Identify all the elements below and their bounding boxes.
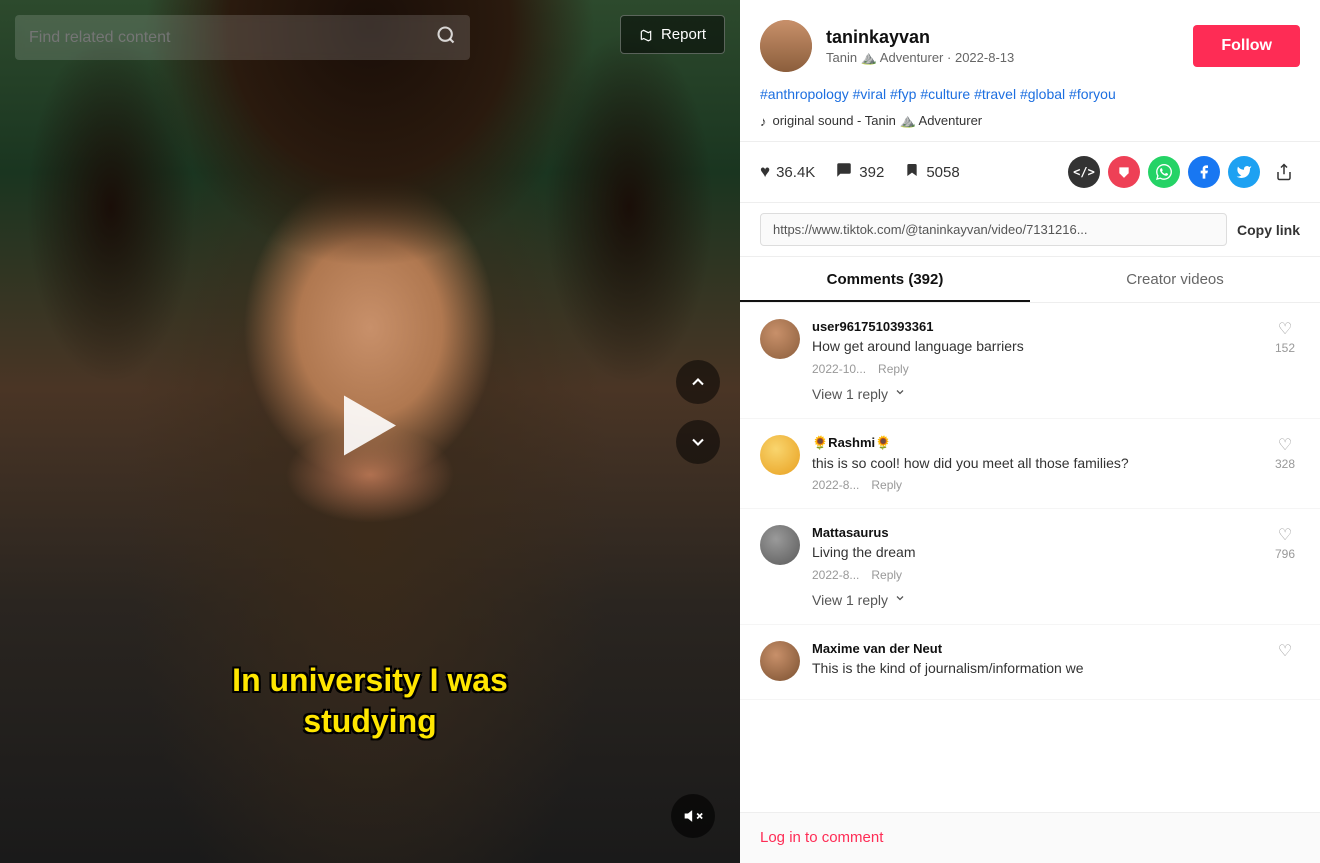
comment-username: Mattasaurus [812,525,1258,540]
login-link[interactable]: Log in to comment [760,829,883,846]
comment-like: ♡ [1270,641,1300,684]
comment-text: This is the kind of journalism/informati… [812,659,1258,679]
url-input[interactable] [760,213,1227,246]
comments-list: user9617510393361 How get around languag… [740,303,1320,812]
tab-creator-videos[interactable]: Creator videos [1030,257,1320,302]
right-panel: taninkayvan Tanin ⛰️ Adventurer · 2022-8… [740,0,1320,863]
avatar [760,319,800,359]
comment-row: user9617510393361 How get around languag… [760,319,1300,376]
search-input[interactable] [29,29,436,47]
share-icons: </> [1068,156,1300,188]
search-button[interactable] [436,25,456,50]
reply-link[interactable]: Reply [878,362,909,376]
like-icon[interactable]: ♡ [1278,435,1292,455]
comment-content: 🌻Rashmi🌻 this is so cool! how did you me… [812,435,1258,493]
whatsapp-button[interactable] [1148,156,1180,188]
comment-meta: 2022-8... Reply [812,568,1258,582]
comment-footer: Log in to comment [740,812,1320,863]
hashtag-anthropology[interactable]: #anthropology [760,86,849,102]
comment-like: ♡ 796 [1270,525,1300,582]
like-icon[interactable]: ♡ [1278,525,1292,545]
hashtag-fyp[interactable]: #fyp [890,86,916,102]
comment-icon [835,161,853,184]
likes-stat: ♥ 36.4K [760,162,815,182]
hashtag-travel[interactable]: #travel [974,86,1016,102]
nav-up-button[interactable] [676,360,720,404]
view-reply-button[interactable]: View 1 reply [812,592,1300,608]
comment-row: 🌻Rashmi🌻 this is so cool! how did you me… [760,435,1300,493]
like-icon[interactable]: ♡ [1278,319,1292,339]
like-count: 152 [1275,341,1295,355]
music-icon: ♪ [760,114,767,129]
comment-like: ♡ 152 [1270,319,1300,376]
bookmarks-count: 5058 [926,164,959,181]
play-button[interactable] [344,395,396,468]
nav-down-button[interactable] [676,420,720,464]
url-row: Copy link [740,203,1320,257]
reply-link[interactable]: Reply [871,568,902,582]
comment-content: Mattasaurus Living the dream 2022-8... R… [812,525,1258,582]
comment-item: user9617510393361 How get around languag… [740,303,1320,419]
like-count: 328 [1275,457,1295,471]
avatar [760,641,800,681]
hashtags: #anthropology #viral #fyp #culture #trav… [760,84,1300,105]
bookmarks-stat: 5058 [904,161,959,184]
username: taninkayvan [826,27,1179,48]
comment-meta: 2022-8... Reply [812,478,1258,492]
like-icon[interactable]: ♡ [1278,641,1292,661]
comment-row: Maxime van der Neut This is the kind of … [760,641,1300,684]
hashtag-global[interactable]: #global [1020,86,1065,102]
search-bar [15,15,470,60]
stats-row: ♥ 36.4K 392 5058 </> [740,142,1320,203]
tab-comments[interactable]: Comments (392) [740,257,1030,302]
avatar [760,435,800,475]
hashtag-foryou[interactable]: #foryou [1069,86,1116,102]
sound-info: ♪ original sound - Tanin ⛰️ Adventurer [760,113,1300,129]
tabs: Comments (392) Creator videos [740,257,1320,303]
profile-header: taninkayvan Tanin ⛰️ Adventurer · 2022-8… [740,0,1320,142]
embed-button[interactable]: </> [1068,156,1100,188]
follow-button[interactable]: Follow [1193,25,1300,67]
view-reply-button[interactable]: View 1 reply [812,386,1300,402]
comment-item: Mattasaurus Living the dream 2022-8... R… [740,509,1320,625]
comment-username: 🌻Rashmi🌻 [812,435,1258,451]
bookmark-icon [904,161,920,184]
hashtag-culture[interactable]: #culture [920,86,970,102]
more-share-button[interactable] [1268,156,1300,188]
comment-text: How get around language barriers [812,337,1258,357]
twitter-button[interactable] [1228,156,1260,188]
user-info: taninkayvan Tanin ⛰️ Adventurer · 2022-8… [826,27,1179,66]
comment-item: 🌻Rashmi🌻 this is so cool! how did you me… [740,419,1320,510]
chevron-down-icon [894,592,906,607]
user-row: taninkayvan Tanin ⛰️ Adventurer · 2022-8… [760,20,1300,72]
report-button[interactable]: Report [620,15,725,54]
comments-count: 392 [859,164,884,181]
avatar [760,525,800,565]
likes-count: 36.4K [776,164,815,181]
comment-content: Maxime van der Neut This is the kind of … [812,641,1258,684]
comment-row: Mattasaurus Living the dream 2022-8... R… [760,525,1300,582]
copy-link-button[interactable]: Copy link [1237,222,1300,238]
facebook-button[interactable] [1188,156,1220,188]
comment-like: ♡ 328 [1270,435,1300,493]
user-meta: Tanin ⛰️ Adventurer · 2022-8-13 [826,50,1179,66]
comment-content: user9617510393361 How get around languag… [812,319,1258,376]
comment-text: Living the dream [812,543,1258,563]
comment-item: Maxime van der Neut This is the kind of … [740,625,1320,701]
avatar [760,20,812,72]
mute-button[interactable] [671,794,715,838]
comment-text: this is so cool! how did you meet all th… [812,454,1258,474]
comment-username: user9617510393361 [812,319,1258,334]
hashtag-viral[interactable]: #viral [853,86,886,102]
comment-meta: 2022-10... Reply [812,362,1258,376]
video-subtitle: In university I was studying [232,660,508,743]
comments-stat: 392 [835,161,884,184]
reply-link[interactable]: Reply [871,478,902,492]
heart-icon: ♥ [760,162,770,182]
comment-username: Maxime van der Neut [812,641,1258,656]
chevron-down-icon [894,386,906,401]
like-count: 796 [1275,547,1295,561]
video-panel: Report In university I was studying [0,0,740,863]
pocket-button[interactable] [1108,156,1140,188]
